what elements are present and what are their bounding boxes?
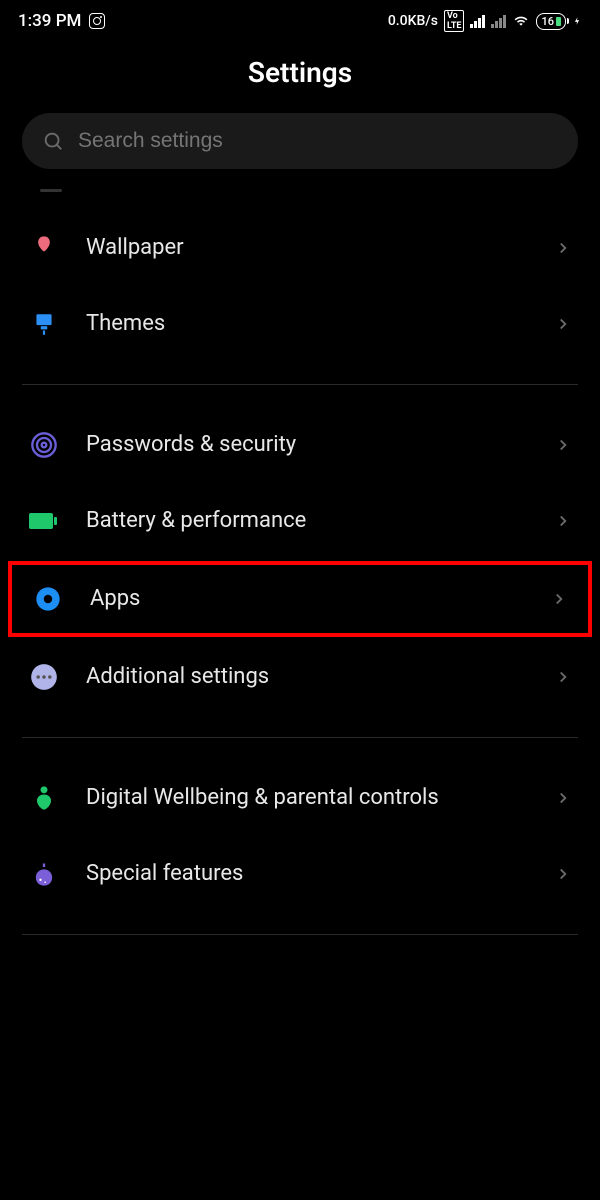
section-divider bbox=[22, 934, 578, 935]
settings-item-label: Battery & performance bbox=[86, 507, 528, 536]
wifi-icon bbox=[512, 14, 530, 28]
settings-item-themes[interactable]: Themes bbox=[0, 286, 600, 362]
chevron-right-icon bbox=[554, 865, 572, 883]
settings-item-wallpaper[interactable]: Wallpaper bbox=[0, 210, 600, 286]
search-input[interactable] bbox=[78, 129, 558, 153]
volte-icon: VoLTE bbox=[444, 10, 465, 32]
chevron-right-icon bbox=[554, 512, 572, 530]
chevron-right-icon bbox=[554, 668, 572, 686]
wellbeing-icon bbox=[28, 782, 60, 814]
section-divider bbox=[22, 737, 578, 738]
status-bar: 1:39 PM 0.0KB/s VoLTE 16 bbox=[0, 0, 600, 38]
section-divider bbox=[22, 384, 578, 385]
settings-item-label: Special features bbox=[86, 860, 528, 889]
section-indicator bbox=[40, 189, 62, 192]
wallpaper-icon bbox=[28, 232, 60, 264]
chevron-right-icon bbox=[554, 315, 572, 333]
battery-icon bbox=[28, 505, 60, 537]
settings-item-passwords[interactable]: Passwords & security bbox=[0, 407, 600, 483]
search-bar[interactable] bbox=[22, 113, 578, 169]
charging-icon bbox=[572, 13, 582, 29]
settings-item-label: Themes bbox=[86, 310, 528, 339]
settings-item-label: Passwords & security bbox=[86, 431, 528, 460]
fingerprint-icon bbox=[28, 429, 60, 461]
special-features-icon bbox=[28, 858, 60, 890]
settings-item-battery[interactable]: Battery & performance bbox=[0, 483, 600, 559]
settings-item-wellbeing[interactable]: Digital Wellbeing & parental controls bbox=[0, 760, 600, 836]
settings-item-apps[interactable]: Apps bbox=[8, 561, 592, 637]
status-time: 1:39 PM bbox=[18, 11, 81, 31]
settings-item-label: Additional settings bbox=[86, 663, 528, 692]
chevron-right-icon bbox=[554, 789, 572, 807]
chevron-right-icon bbox=[554, 436, 572, 454]
themes-icon bbox=[28, 308, 60, 340]
settings-item-additional[interactable]: Additional settings bbox=[0, 639, 600, 715]
settings-item-label: Wallpaper bbox=[86, 234, 528, 263]
battery-indicator: 16 bbox=[536, 13, 566, 30]
search-icon bbox=[42, 130, 64, 152]
more-icon bbox=[28, 661, 60, 693]
data-rate: 0.0KB/s bbox=[388, 13, 438, 29]
signal-icon-secondary bbox=[491, 15, 506, 28]
instagram-icon bbox=[89, 13, 105, 29]
settings-item-label: Apps bbox=[90, 585, 524, 614]
chevron-right-icon bbox=[550, 590, 568, 608]
signal-icon bbox=[470, 15, 485, 28]
settings-item-special[interactable]: Special features bbox=[0, 836, 600, 912]
page-title: Settings bbox=[0, 56, 600, 89]
battery-level: 16 bbox=[541, 15, 554, 28]
settings-item-label: Digital Wellbeing & parental controls bbox=[86, 784, 528, 813]
chevron-right-icon bbox=[554, 239, 572, 257]
apps-icon bbox=[32, 583, 64, 615]
